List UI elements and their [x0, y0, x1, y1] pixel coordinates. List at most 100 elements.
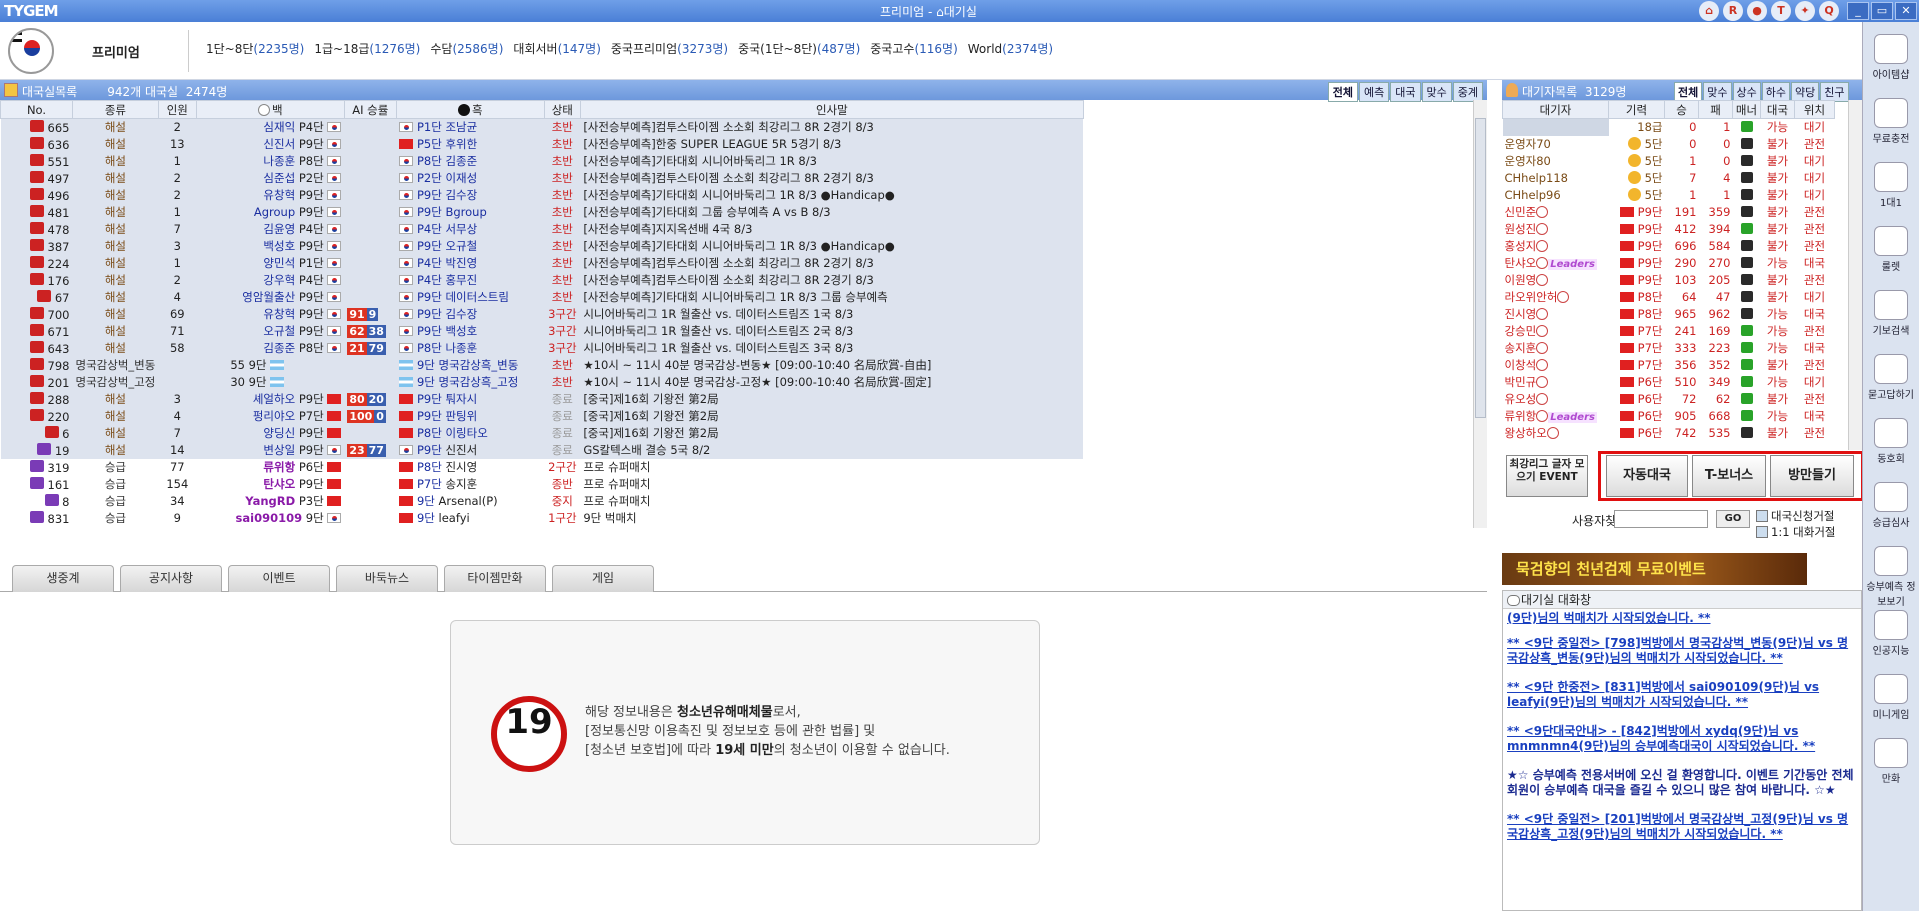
- table-row[interactable]: 700 해설 69 유창혁 P9단 91 9 P9단 김수장 3구간 시니어바둑리그 1R …: [0, 305, 1084, 323]
- side-menu-item[interactable]: 기보검색: [1865, 290, 1917, 337]
- user-tab-5[interactable]: 친구: [1820, 82, 1849, 102]
- table-row[interactable]: 19 해설 14 변상일 P9단 23 77 P9단 신진서 종료 GS칼텍스배 결승 5국…: [0, 441, 1084, 459]
- bottom-tab-5[interactable]: 게임: [552, 565, 654, 592]
- column-header[interactable]: 흑: [395, 100, 545, 119]
- close-button[interactable]: ✕: [1895, 2, 1917, 20]
- side-menu-item[interactable]: 만화: [1865, 738, 1917, 785]
- quiz-icon[interactable]: Q: [1819, 1, 1839, 21]
- user-row[interactable]: 탄샤오 Leaders P9단 290 270 가능 대국: [1503, 255, 1835, 272]
- side-menu-item[interactable]: 인공지능: [1865, 610, 1917, 657]
- column-header[interactable]: 백: [195, 100, 345, 119]
- side-menu-item[interactable]: 1대1: [1865, 162, 1917, 209]
- column-header[interactable]: 대국: [1760, 100, 1795, 119]
- bottom-tab-0[interactable]: 생중계: [12, 565, 114, 592]
- tab-0[interactable]: 전체: [1327, 82, 1358, 102]
- bottom-tab-3[interactable]: 바둑뉴스: [336, 565, 438, 592]
- refuse-game-checkbox[interactable]: 대국신청거절: [1756, 508, 1834, 524]
- side-menu-item[interactable]: 동호회: [1865, 418, 1917, 465]
- restore-button[interactable]: ▭: [1871, 2, 1893, 20]
- table-row[interactable]: 319 승급 77 류위항 P6단 P8단 진시영 2구간 프로 슈퍼매치: [0, 458, 1084, 476]
- column-header[interactable]: AI 승률: [343, 100, 397, 119]
- table-row[interactable]: 67 해설 4 영암월출산 P9단 P9단 데이터스트림 초반 [사전승부예측]기타대회 …: [0, 288, 1084, 306]
- server-item[interactable]: 중국프리미엄(3273명): [611, 40, 728, 57]
- user-tab-1[interactable]: 맞수: [1703, 82, 1732, 102]
- checkbox-icon[interactable]: [1756, 510, 1768, 522]
- event-button[interactable]: 최강리그 글자 모으기 EVENT: [1506, 455, 1588, 497]
- bottom-tab-4[interactable]: 타이젬만화: [444, 565, 546, 592]
- column-header[interactable]: 패: [1698, 100, 1733, 119]
- side-menu-item[interactable]: 묻고답하기: [1865, 354, 1917, 401]
- side-menu-item[interactable]: 승부예측 정보보기: [1865, 546, 1917, 608]
- ad-banner[interactable]: 묵검향의 천년검제 무료이벤트: [1502, 553, 1807, 585]
- table-row[interactable]: 497 해설 2 심준섭 P2단 P2단 이재성 초반 [사전승부예측]컴투스타이젬 소소…: [0, 169, 1084, 187]
- server-item[interactable]: 1단~8단(2235명): [206, 40, 304, 57]
- home-icon[interactable]: ⌂: [1699, 1, 1719, 21]
- user-tab-0[interactable]: 전체: [1674, 82, 1703, 102]
- user-tab-3[interactable]: 하수: [1761, 82, 1790, 102]
- table-row[interactable]: 224 해설 1 양민석 P1단 P4단 박진영 초반 [사전승부예측]컴투스타이젬 소소…: [0, 254, 1084, 272]
- table-row[interactable]: 831 승급 9 sai090109 9단 9단 leafyi 1구간 9단 벅매치: [0, 509, 1084, 527]
- column-header[interactable]: 승: [1664, 100, 1699, 119]
- table-row[interactable]: 6 해설 7 양딩신 P9단 P8단 이링타오 종료 [중국]제16회 기왕전 第2局: [0, 424, 1084, 442]
- tab-4[interactable]: 중계: [1452, 82, 1483, 102]
- table-row[interactable]: 798 명국감상벅_변동 55 9단 9단 명국감상흑_변동 초반 ★10시 ~ 11시…: [0, 356, 1084, 374]
- user-row[interactable]: 운영자70 5단 0 0 불가 관전: [1503, 136, 1835, 153]
- table-row[interactable]: 220 해설 4 펑리야오 P7단 100 0 P9단 판팅위 종료 [중국]제16회 기왕…: [0, 407, 1084, 425]
- user-row[interactable]: 왕상하오 P6단 742 535 불가 관전: [1503, 425, 1835, 442]
- table-row[interactable]: 643 해설 58 김종준 P8단 21 79 P8단 나종훈 3구간 시니어바둑리그 1R…: [0, 339, 1084, 357]
- table-row[interactable]: 665 해설 2 심재익 P4단 P1단 조남균 초반 [사전승부예측]컴투스타이젬 소소…: [0, 118, 1084, 136]
- user-row[interactable]: 유오성 P6단 72 62 불가 관전: [1503, 391, 1835, 408]
- game-list-scrollbar[interactable]: [1473, 100, 1487, 528]
- server-item[interactable]: 수담(2586명): [430, 40, 503, 57]
- t-bonus-button[interactable]: T-보너스: [1692, 455, 1766, 497]
- user-row[interactable]: 원성진 P9단 412 394 불가 관전: [1503, 221, 1835, 238]
- user-row[interactable]: 이원영 P9단 103 205 불가 관전: [1503, 272, 1835, 289]
- column-header[interactable]: No.: [0, 100, 73, 119]
- bottom-tab-1[interactable]: 공지사항: [120, 565, 222, 592]
- minimize-button[interactable]: _: [1847, 2, 1869, 20]
- tab-3[interactable]: 맞수: [1421, 82, 1452, 102]
- server-item[interactable]: 대회서버(147명): [513, 40, 600, 57]
- server-item[interactable]: 1급~18급(1276명): [314, 40, 420, 57]
- user-row[interactable]: 운영자80 5단 1 0 불가 대기: [1503, 153, 1835, 170]
- user-row[interactable]: CHhelp96 5단 1 1 불가 대기: [1503, 187, 1835, 204]
- auto-match-button[interactable]: 자동대국: [1606, 455, 1688, 497]
- column-header[interactable]: 종류: [72, 100, 159, 119]
- table-row[interactable]: 8 승급 34 YangRD P3단 9단 Arsenal(P) 중지 프로 슈퍼매치: [0, 492, 1084, 510]
- column-header[interactable]: 상태: [543, 100, 581, 119]
- side-menu-item[interactable]: 아이템샵: [1865, 34, 1917, 81]
- column-header[interactable]: 기력: [1608, 100, 1665, 119]
- column-header[interactable]: 대기자: [1502, 100, 1609, 119]
- table-row[interactable]: 478 해설 7 김윤영 P4단 P4단 서무상 초반 [사전승부예측]지지옥션배 4국 …: [0, 220, 1084, 238]
- bulb-icon[interactable]: ✦: [1795, 1, 1815, 21]
- table-row[interactable]: 671 해설 71 오규철 P9단 62 38 P9단 백성호 3구간 시니어바둑리그 1R…: [0, 322, 1084, 340]
- column-header[interactable]: 위치: [1794, 100, 1835, 119]
- user-tab-4[interactable]: 약당: [1791, 82, 1820, 102]
- side-menu-item[interactable]: 미니게임: [1865, 674, 1917, 721]
- table-row[interactable]: 161 승급 154 탄샤오 P9단 P7단 송지훈 종반 프로 슈퍼매치: [0, 475, 1084, 493]
- refuse-chat-checkbox[interactable]: 1:1 대화거절: [1756, 524, 1835, 540]
- user-list-scrollbar[interactable]: [1848, 100, 1862, 450]
- tab-2[interactable]: 대국: [1390, 82, 1421, 102]
- user-row[interactable]: 류위항 Leaders P6단 905 668 가능 대국: [1503, 408, 1835, 425]
- table-row[interactable]: 481 해설 1 Agroup P9단 P9단 Bgroup 초반 [사전승부예측]기타대…: [0, 203, 1084, 221]
- user-row[interactable]: 18급 0 1 가능 대기: [1502, 118, 1835, 136]
- rank-icon[interactable]: R: [1723, 1, 1743, 21]
- table-row[interactable]: 551 해설 1 나종훈 P8단 P8단 김종준 초반 [사전승부예측]기타대회 시니어바…: [0, 152, 1084, 170]
- table-row[interactable]: 387 해설 3 백성호 P9단 P9단 오규철 초반 [사전승부예측]기타대회 시니어바…: [0, 237, 1084, 255]
- table-row[interactable]: 496 해설 2 유창혁 P9단 P9단 김수장 초반 [사전승부예측]기타대회 시니어바…: [0, 186, 1084, 204]
- user-row[interactable]: 라오위안허 P8단 64 47 불가 대기: [1503, 289, 1835, 306]
- scroll-thumb[interactable]: [1475, 118, 1486, 418]
- server-item[interactable]: 중국(1단~8단)(487명): [738, 40, 860, 57]
- user-row[interactable]: 강승민 P7단 241 169 가능 관전: [1503, 323, 1835, 340]
- table-row[interactable]: 288 해설 3 셰얼하오 P9단 80 20 P9단 퉈자시 종료 [중국]제16회 기왕…: [0, 390, 1084, 408]
- go-button[interactable]: GO: [1716, 510, 1750, 528]
- user-row[interactable]: 송지훈 P7단 333 223 가능 대국: [1503, 340, 1835, 357]
- tab-1[interactable]: 예측: [1359, 82, 1390, 102]
- column-header[interactable]: 인사말: [579, 100, 1084, 119]
- side-menu-item[interactable]: 무료충전: [1865, 98, 1917, 145]
- create-room-button[interactable]: 방만들기: [1770, 455, 1854, 497]
- user-row[interactable]: 이창석 P7단 356 352 불가 관전: [1503, 357, 1835, 374]
- user-row[interactable]: 진시영 P8단 965 962 가능 대국: [1503, 306, 1835, 323]
- server-item[interactable]: World(2374명): [968, 40, 1053, 57]
